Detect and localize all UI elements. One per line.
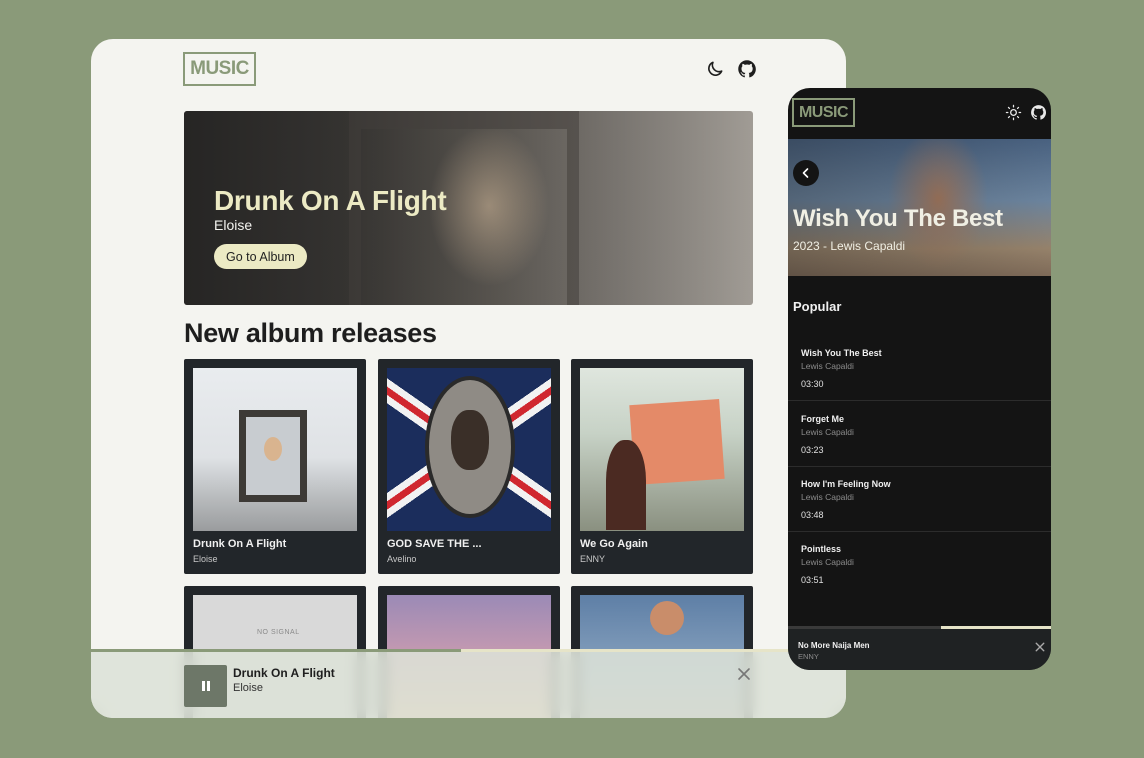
now-playing-artist: Eloise <box>233 682 263 694</box>
album-title: Drunk On A Flight <box>193 538 287 550</box>
now-playing-title: No More Naija Men <box>798 641 870 650</box>
album-artist: Avelino <box>387 554 417 564</box>
album-card[interactable]: We Go Again ENNY <box>571 359 753 574</box>
track-title: Forget Me <box>801 414 845 424</box>
track-duration: 03:30 <box>801 379 824 389</box>
album-title: GOD SAVE THE ... <box>387 538 482 550</box>
track-duration: 03:51 <box>801 575 824 585</box>
now-playing-bar: No More Naija Men ENNY <box>788 629 1051 670</box>
sun-icon[interactable] <box>1005 104 1022 121</box>
album-cover <box>580 368 744 531</box>
track-title: Pointless <box>801 544 842 554</box>
hero-banner: Drunk On A Flight Eloise Go to Album <box>184 111 753 305</box>
track-title: Wish You The Best <box>801 348 882 358</box>
now-playing-bar: Drunk On A Flight Eloise <box>91 652 846 718</box>
hero-title: Drunk On A Flight <box>214 185 447 216</box>
album-cover <box>387 368 551 531</box>
now-playing-title: Drunk On A Flight <box>233 666 335 680</box>
track-artist: Lewis Capaldi <box>801 492 854 502</box>
pause-button[interactable] <box>184 665 227 707</box>
track-row[interactable]: Forget Me Lewis Capaldi 03:23 <box>788 402 1051 467</box>
close-icon[interactable] <box>736 666 752 682</box>
album-header: Wish You The Best 2023 - Lewis Capaldi <box>788 139 1051 276</box>
album-title: We Go Again <box>580 538 648 550</box>
album-cover-text: NO SIGNAL <box>257 629 300 636</box>
track-artist: Lewis Capaldi <box>801 361 854 371</box>
track-artist: Lewis Capaldi <box>801 557 854 567</box>
logo[interactable]: MUSIC <box>183 52 256 86</box>
album-title: Wish You The Best <box>793 205 1003 232</box>
logo[interactable]: MUSIC <box>792 98 855 127</box>
track-title: How I'm Feeling Now <box>801 479 891 489</box>
track-duration: 03:48 <box>801 510 824 520</box>
popular-heading: Popular <box>793 299 842 314</box>
header-actions <box>1005 104 1047 121</box>
desktop-window: MUSIC Drunk On A Flight Eloise Go to Alb… <box>91 39 846 718</box>
track-artist: Lewis Capaldi <box>801 427 854 437</box>
close-icon[interactable] <box>1034 641 1046 653</box>
album-card[interactable]: Drunk On A Flight Eloise <box>184 359 366 574</box>
album-card[interactable]: GOD SAVE THE ... Avelino <box>378 359 560 574</box>
track-duration: 03:23 <box>801 445 824 455</box>
now-playing-artist: ENNY <box>798 652 819 661</box>
github-icon[interactable] <box>1030 104 1047 121</box>
header-actions <box>705 59 757 79</box>
mobile-window: MUSIC Wish You The Best 2023 - Lewis Cap… <box>788 88 1051 670</box>
back-button[interactable] <box>793 160 819 186</box>
moon-icon[interactable] <box>705 59 725 79</box>
github-icon[interactable] <box>737 59 757 79</box>
pause-icon <box>201 681 210 691</box>
track-row[interactable]: Pointless Lewis Capaldi 03:51 <box>788 532 1051 597</box>
track-row[interactable]: How I'm Feeling Now Lewis Capaldi 03:48 <box>788 467 1051 532</box>
track-row[interactable]: Wish You The Best Lewis Capaldi 03:30 <box>788 336 1051 401</box>
section-title: New album releases <box>184 318 437 348</box>
album-artist: Eloise <box>193 554 218 564</box>
hero-artist: Eloise <box>214 217 253 233</box>
album-cover <box>193 368 357 531</box>
go-to-album-button[interactable]: Go to Album <box>214 244 307 269</box>
album-artist: ENNY <box>580 554 606 564</box>
album-subtitle: 2023 - Lewis Capaldi <box>793 239 906 253</box>
chevron-left-icon <box>802 168 809 178</box>
